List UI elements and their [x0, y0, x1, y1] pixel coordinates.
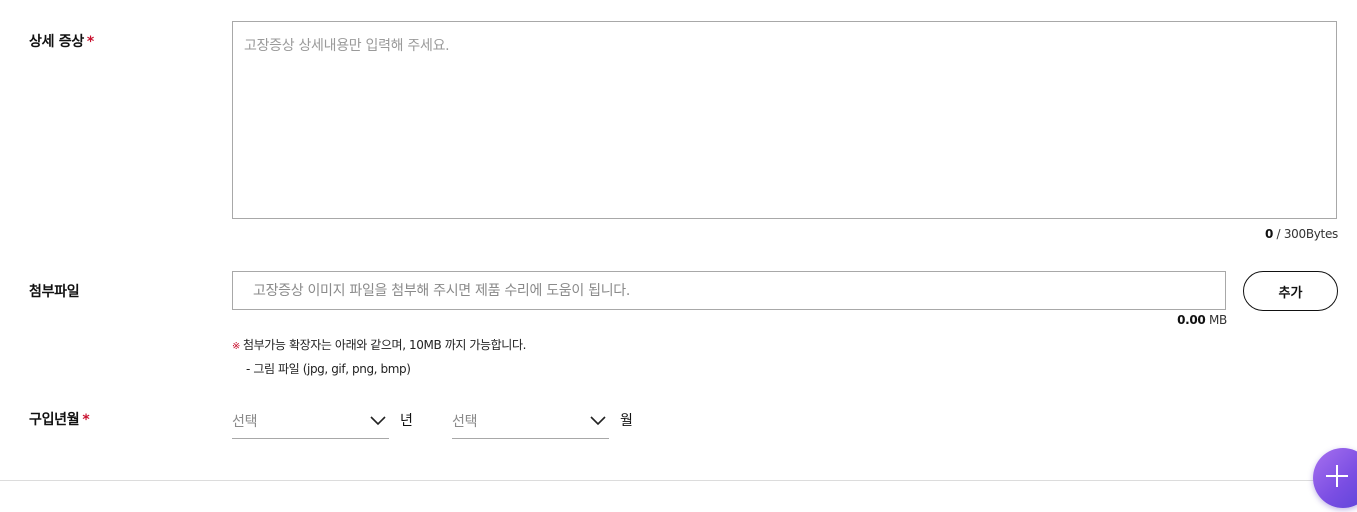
- file-input-wrapper: [232, 271, 1226, 310]
- purchase-label-text: 구입년월: [29, 412, 80, 428]
- detail-label: 상세 증상 *: [29, 31, 94, 51]
- year-select-value: 선택: [232, 413, 258, 430]
- file-size-value: 0.00: [1177, 313, 1206, 327]
- purchase-label: 구입년월 *: [29, 409, 90, 429]
- note-mark: ※: [232, 341, 240, 352]
- attachment-note: ※ 첨부가능 확장자는 아래와 같으며, 10MB 까지 가능합니다. - 그림 …: [232, 334, 526, 380]
- file-size: 0.00 MB: [1150, 313, 1227, 327]
- add-file-button[interactable]: 추가: [1243, 271, 1338, 311]
- file-size-unit: MB: [1205, 313, 1227, 327]
- chevron-down-icon: [370, 415, 386, 425]
- attachment-note-sub: - 그림 파일 (jpg, gif, png, bmp): [246, 362, 411, 376]
- byte-limit: / 300Bytes: [1273, 227, 1339, 241]
- attachment-label: 첨부파일: [29, 284, 80, 300]
- required-mark: *: [82, 412, 90, 428]
- floating-action-button[interactable]: [1313, 448, 1357, 508]
- month-select[interactable]: 선택: [452, 403, 609, 439]
- file-input[interactable]: [233, 272, 1225, 309]
- byte-counter: 0 / 300Bytes: [1265, 227, 1338, 241]
- attachment-note-line: ※ 첨부가능 확장자는 아래와 같으며, 10MB 까지 가능합니다.: [232, 334, 526, 358]
- month-unit: 월: [620, 413, 633, 429]
- required-mark: *: [86, 34, 94, 50]
- detail-label-text: 상세 증상: [29, 34, 84, 50]
- chevron-down-icon: [590, 415, 606, 425]
- byte-count: 0: [1264, 227, 1274, 241]
- year-unit: 년: [400, 413, 413, 429]
- month-select-value: 선택: [452, 413, 478, 430]
- plus-icon: [1326, 465, 1348, 487]
- note-text: 첨부가능 확장자는 아래와 같으며, 10MB 까지 가능합니다.: [242, 338, 526, 352]
- detail-textarea[interactable]: [233, 22, 1336, 218]
- year-select[interactable]: 선택: [232, 403, 389, 439]
- detail-textarea-wrapper: [232, 21, 1337, 219]
- section-divider: [0, 480, 1357, 481]
